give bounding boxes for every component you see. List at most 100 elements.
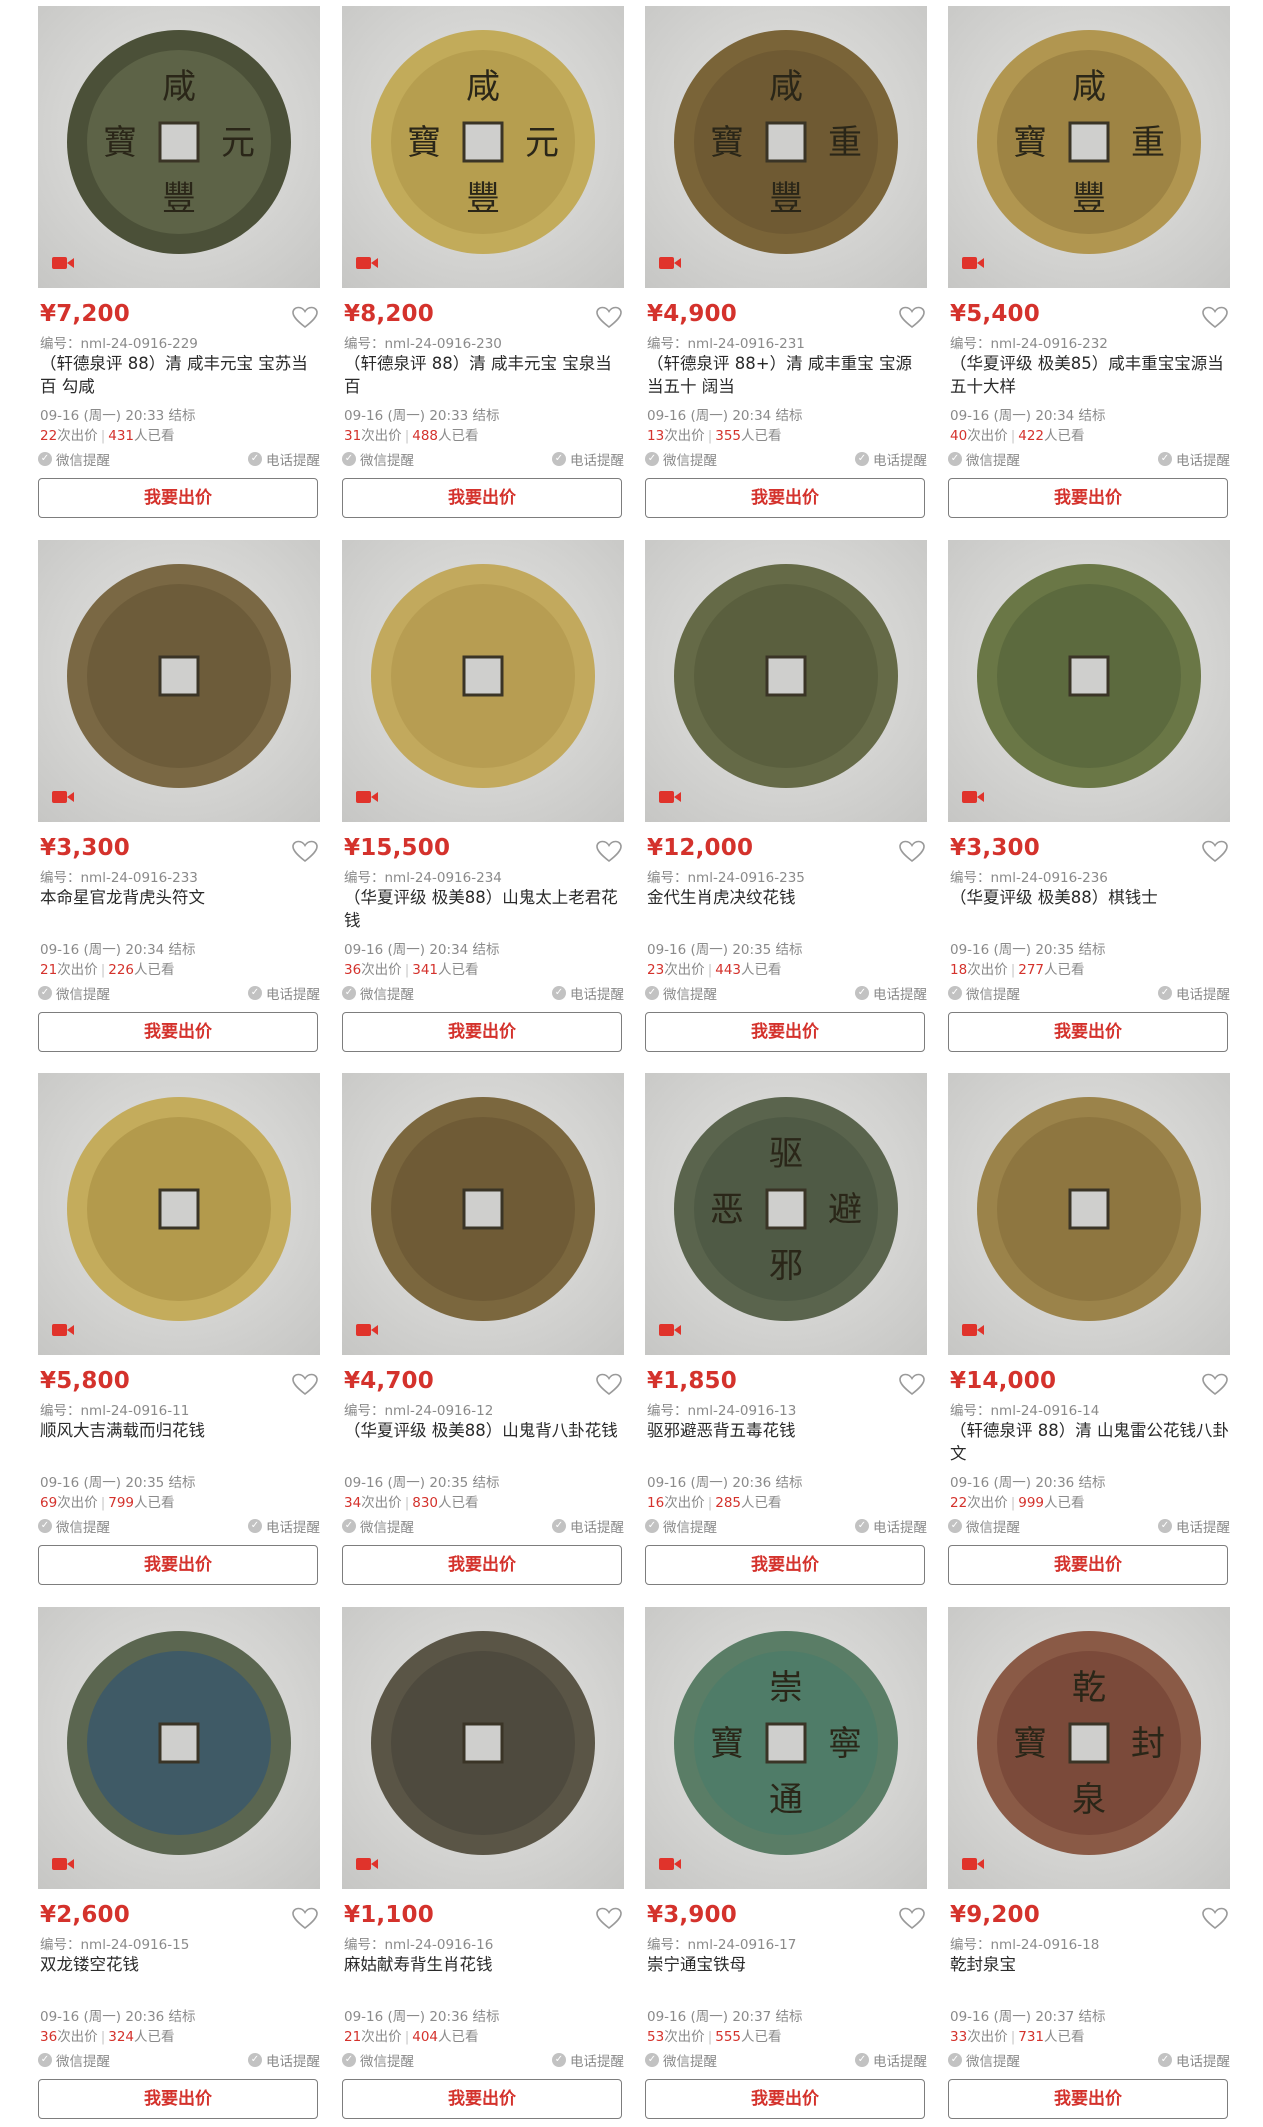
lot-title[interactable]: 崇宁通宝铁母 [647, 1953, 927, 2001]
favorite-heart-icon[interactable] [292, 1373, 318, 1397]
phone-remind-toggle[interactable]: ✓ 电话提醒 [1158, 983, 1230, 1003]
bid-button[interactable]: 我要出价 [948, 478, 1228, 518]
coin-photo[interactable]: 咸 重 豐 寶 [948, 6, 1230, 288]
phone-remind-toggle[interactable]: ✓ 电话提醒 [248, 2050, 320, 2070]
favorite-heart-icon[interactable] [596, 306, 622, 330]
coin-photo[interactable]: 咸 重 豐 寶 [645, 6, 927, 288]
favorite-heart-icon[interactable] [292, 1907, 318, 1931]
phone-remind-toggle[interactable]: ✓ 电话提醒 [248, 1516, 320, 1536]
lot-title[interactable]: （轩德泉评 88+）清 咸丰重宝 宝源当五十 阔当 [647, 352, 927, 400]
wechat-remind-toggle[interactable]: ✓ 微信提醒 [948, 2050, 1020, 2070]
phone-remind-toggle[interactable]: ✓ 电话提醒 [855, 449, 927, 469]
bid-button[interactable]: 我要出价 [342, 1012, 622, 1052]
wechat-remind-toggle[interactable]: ✓ 微信提醒 [342, 449, 414, 469]
lot-card[interactable]: ¥14,000 编号：nml-24-0916-14 （轩德泉评 88）清 山鬼雷… [948, 1073, 1230, 1593]
lot-title[interactable]: （轩德泉评 88）清 山鬼雷公花钱八卦文 [950, 1419, 1230, 1467]
wechat-remind-toggle[interactable]: ✓ 微信提醒 [38, 2050, 110, 2070]
lot-card[interactable]: 崇 寧 通 寶 ¥3,900 编号：nml-24-0916-17 崇宁通宝铁母 … [645, 1607, 927, 2127]
favorite-heart-icon[interactable] [292, 306, 318, 330]
favorite-heart-icon[interactable] [1202, 840, 1228, 864]
phone-remind-toggle[interactable]: ✓ 电话提醒 [1158, 449, 1230, 469]
lot-title[interactable]: 麻姑献寿背生肖花钱 [344, 1953, 624, 2001]
favorite-heart-icon[interactable] [596, 840, 622, 864]
lot-card[interactable]: 驱 避 邪 恶 ¥1,850 编号：nml-24-0916-13 驱邪避恶背五毒… [645, 1073, 927, 1593]
bid-button[interactable]: 我要出价 [342, 478, 622, 518]
lot-title[interactable]: 双龙镂空花钱 [40, 1953, 320, 2001]
wechat-remind-toggle[interactable]: ✓ 微信提醒 [645, 983, 717, 1003]
wechat-remind-toggle[interactable]: ✓ 微信提醒 [645, 449, 717, 469]
favorite-heart-icon[interactable] [1202, 306, 1228, 330]
lot-card[interactable]: ¥12,000 编号：nml-24-0916-235 金代生肖虎决纹花钱 09-… [645, 540, 927, 1060]
lot-title[interactable]: 金代生肖虎决纹花钱 [647, 886, 927, 934]
wechat-remind-toggle[interactable]: ✓ 微信提醒 [342, 1516, 414, 1536]
coin-photo[interactable] [342, 1607, 624, 1889]
lot-title[interactable]: （轩德泉评 88）清 咸丰元宝 宝苏当百 勾咸 [40, 352, 320, 400]
favorite-heart-icon[interactable] [1202, 1373, 1228, 1397]
lot-title[interactable]: （华夏评级 极美85）咸丰重宝宝源当五十大样 [950, 352, 1230, 400]
wechat-remind-toggle[interactable]: ✓ 微信提醒 [38, 1516, 110, 1536]
bid-button[interactable]: 我要出价 [645, 478, 925, 518]
lot-card[interactable]: ¥2,600 编号：nml-24-0916-15 双龙镂空花钱 09-16 (周… [38, 1607, 320, 2127]
phone-remind-toggle[interactable]: ✓ 电话提醒 [552, 1516, 624, 1536]
favorite-heart-icon[interactable] [1202, 1907, 1228, 1931]
favorite-heart-icon[interactable] [899, 306, 925, 330]
coin-photo[interactable] [342, 1073, 624, 1355]
phone-remind-toggle[interactable]: ✓ 电话提醒 [1158, 1516, 1230, 1536]
coin-photo[interactable] [342, 540, 624, 822]
wechat-remind-toggle[interactable]: ✓ 微信提醒 [948, 1516, 1020, 1536]
phone-remind-toggle[interactable]: ✓ 电话提醒 [552, 449, 624, 469]
bid-button[interactable]: 我要出价 [645, 2079, 925, 2119]
lot-card[interactable]: ¥1,100 编号：nml-24-0916-16 麻姑献寿背生肖花钱 09-16… [342, 1607, 624, 2127]
coin-photo[interactable]: 驱 避 邪 恶 [645, 1073, 927, 1355]
favorite-heart-icon[interactable] [899, 1373, 925, 1397]
favorite-heart-icon[interactable] [899, 1907, 925, 1931]
wechat-remind-toggle[interactable]: ✓ 微信提醒 [38, 449, 110, 469]
coin-photo[interactable] [645, 540, 927, 822]
bid-button[interactable]: 我要出价 [38, 478, 318, 518]
coin-photo[interactable] [38, 1607, 320, 1889]
coin-photo[interactable]: 乾 封 泉 寶 [948, 1607, 1230, 1889]
lot-card[interactable]: ¥15,500 编号：nml-24-0916-234 （华夏评级 极美88）山鬼… [342, 540, 624, 1060]
lot-title[interactable]: 顺风大吉满载而归花钱 [40, 1419, 320, 1467]
wechat-remind-toggle[interactable]: ✓ 微信提醒 [948, 449, 1020, 469]
bid-button[interactable]: 我要出价 [948, 1545, 1228, 1585]
wechat-remind-toggle[interactable]: ✓ 微信提醒 [645, 2050, 717, 2070]
lot-card[interactable]: 咸 重 豐 寶 ¥5,400 编号：nml-24-0916-232 （华夏评级 … [948, 6, 1230, 526]
bid-button[interactable]: 我要出价 [645, 1545, 925, 1585]
coin-photo[interactable]: 咸 元 豐 寶 [342, 6, 624, 288]
favorite-heart-icon[interactable] [292, 840, 318, 864]
lot-card[interactable]: 咸 元 豐 寶 ¥7,200 编号：nml-24-0916-229 （轩德泉评 … [38, 6, 320, 526]
lot-card[interactable]: 咸 重 豐 寶 ¥4,900 编号：nml-24-0916-231 （轩德泉评 … [645, 6, 927, 526]
favorite-heart-icon[interactable] [596, 1907, 622, 1931]
lot-card[interactable]: ¥4,700 编号：nml-24-0916-12 （华夏评级 极美88）山鬼背八… [342, 1073, 624, 1593]
phone-remind-toggle[interactable]: ✓ 电话提醒 [552, 2050, 624, 2070]
coin-photo[interactable] [948, 1073, 1230, 1355]
lot-title[interactable]: 乾封泉宝 [950, 1953, 1230, 2001]
bid-button[interactable]: 我要出价 [948, 2079, 1228, 2119]
lot-title[interactable]: （华夏评级 极美88）山鬼背八卦花钱 [344, 1419, 624, 1467]
coin-photo[interactable] [948, 540, 1230, 822]
bid-button[interactable]: 我要出价 [38, 1545, 318, 1585]
lot-card[interactable]: ¥3,300 编号：nml-24-0916-236 （华夏评级 极美88）棋钱士… [948, 540, 1230, 1060]
wechat-remind-toggle[interactable]: ✓ 微信提醒 [948, 983, 1020, 1003]
bid-button[interactable]: 我要出价 [645, 1012, 925, 1052]
lot-card[interactable]: 乾 封 泉 寶 ¥9,200 编号：nml-24-0916-18 乾封泉宝 09… [948, 1607, 1230, 2127]
favorite-heart-icon[interactable] [596, 1373, 622, 1397]
phone-remind-toggle[interactable]: ✓ 电话提醒 [248, 449, 320, 469]
phone-remind-toggle[interactable]: ✓ 电话提醒 [552, 983, 624, 1003]
lot-title[interactable]: （华夏评级 极美88）山鬼太上老君花钱 [344, 886, 624, 934]
bid-button[interactable]: 我要出价 [948, 1012, 1228, 1052]
phone-remind-toggle[interactable]: ✓ 电话提醒 [248, 983, 320, 1003]
favorite-heart-icon[interactable] [899, 840, 925, 864]
lot-title[interactable]: （轩德泉评 88）清 咸丰元宝 宝泉当百 [344, 352, 624, 400]
coin-photo[interactable] [38, 540, 320, 822]
coin-photo[interactable]: 崇 寧 通 寶 [645, 1607, 927, 1889]
lot-title[interactable]: 本命星官龙背虎头符文 [40, 886, 320, 934]
bid-button[interactable]: 我要出价 [342, 2079, 622, 2119]
bid-button[interactable]: 我要出价 [342, 1545, 622, 1585]
bid-button[interactable]: 我要出价 [38, 2079, 318, 2119]
lot-title[interactable]: 驱邪避恶背五毒花钱 [647, 1419, 927, 1467]
wechat-remind-toggle[interactable]: ✓ 微信提醒 [38, 983, 110, 1003]
phone-remind-toggle[interactable]: ✓ 电话提醒 [1158, 2050, 1230, 2070]
lot-card[interactable]: 咸 元 豐 寶 ¥8,200 编号：nml-24-0916-230 （轩德泉评 … [342, 6, 624, 526]
